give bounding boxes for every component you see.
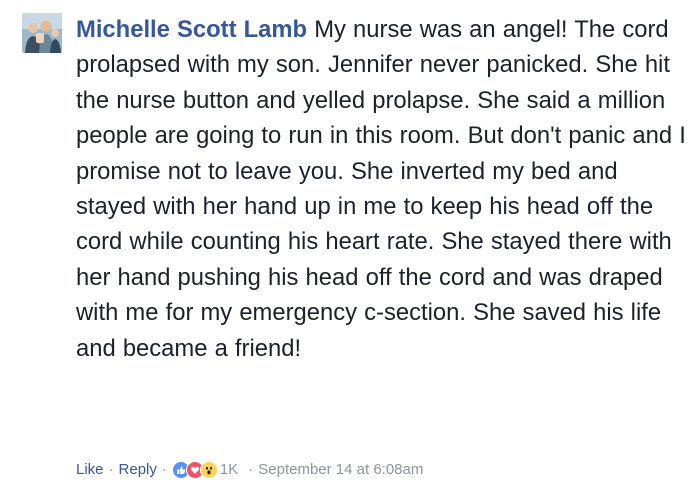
comment-text: My nurse was an angel! The cord prolapse… bbox=[76, 16, 686, 362]
avatar[interactable] bbox=[22, 13, 62, 53]
author-name[interactable]: Michelle Scott Lamb bbox=[76, 16, 307, 43]
timestamp[interactable]: September 14 at 6:08am bbox=[258, 460, 423, 480]
reactions-summary[interactable]: 1K bbox=[171, 460, 239, 480]
comment-text-block: Michelle Scott Lamb My nurse was an ange… bbox=[76, 12, 686, 366]
profile-photo-icon bbox=[22, 13, 62, 53]
wow-reaction-icon bbox=[199, 461, 218, 479]
comment: Michelle Scott Lamb My nurse was an ange… bbox=[0, 0, 700, 492]
reply-link[interactable]: Reply bbox=[119, 460, 157, 480]
reaction-count: 1K bbox=[219, 461, 239, 478]
comment-actions: Like · Reply · 1K · September 14 at 6:08… bbox=[76, 460, 423, 480]
separator: · bbox=[161, 461, 167, 478]
comment-body: Michelle Scott Lamb My nurse was an ange… bbox=[76, 12, 686, 366]
separator: · bbox=[248, 461, 254, 478]
separator: · bbox=[108, 461, 114, 478]
like-link[interactable]: Like bbox=[76, 460, 104, 480]
